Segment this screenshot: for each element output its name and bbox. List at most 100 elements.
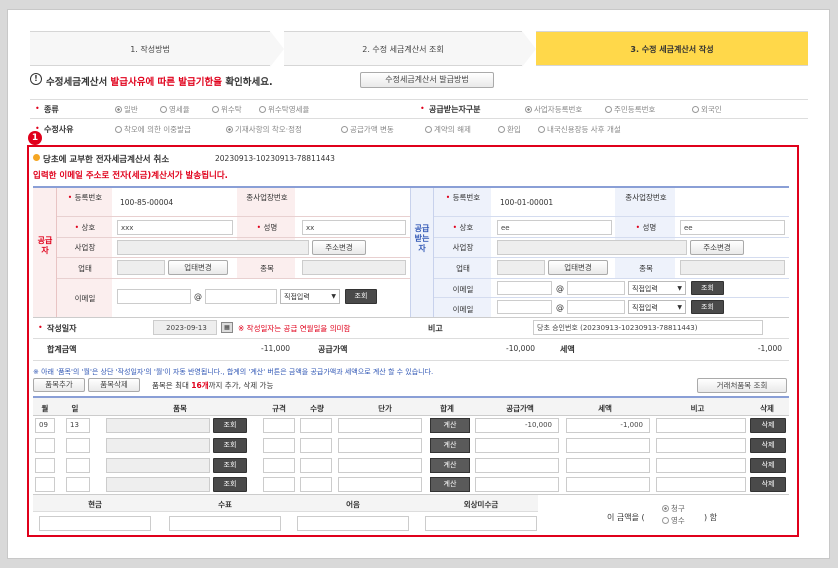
pay-check-field[interactable] [169,516,281,531]
reason-option-duplicate[interactable]: 착오에 의한 이중발급 [115,124,191,135]
receiver-biz-change-button[interactable]: 업태변경 [548,260,608,275]
receiver-lookup-button-1[interactable]: 조회 [691,281,724,295]
step-3[interactable]: 3. 수정 세금계산서 작성 [536,31,808,66]
receiver-option-bizno[interactable]: 사업자등록번호 [525,104,582,115]
row-qty[interactable] [300,458,332,473]
row-month[interactable] [35,458,55,473]
receiver-email-id-1[interactable] [497,281,552,295]
reason-option-price-change[interactable]: 공급가액 변동 [341,124,394,135]
row-tax[interactable]: -1,000 [566,418,650,433]
row-calc-button[interactable]: 계산 [430,477,470,492]
supplier-lookup-button[interactable]: 조회 [345,289,377,304]
row-month[interactable] [35,477,55,492]
row-unit-price[interactable] [338,477,422,492]
row-memo[interactable] [656,438,746,453]
row-day[interactable]: 13 [66,418,90,433]
row-spec[interactable] [263,438,295,453]
row-delete-button[interactable]: 삭제 [750,458,786,473]
type-option-zero-rate[interactable]: 영세율 [160,104,190,115]
row-lookup-button[interactable]: 조회 [213,418,247,433]
row-qty[interactable] [300,438,332,453]
receiver-email-select-1[interactable]: 직접입력 ▼ [628,281,686,295]
row-supply[interactable] [475,477,559,492]
memo-field[interactable]: 당초 승인번호 (20230913-10230913-78811443) [533,320,763,335]
type-option-general[interactable]: 일반 [115,104,138,115]
receiver-email-id-2[interactable] [497,300,552,314]
row-tax[interactable] [566,477,650,492]
receiver-addr-change-button[interactable]: 주소변경 [690,240,744,255]
step-2[interactable]: 2. 수정 세금계산서 조회 [284,31,522,66]
receiver-email-select-2[interactable]: 직접입력 ▼ [628,300,686,314]
receiver-addr-field[interactable] [497,240,687,255]
row-spec[interactable] [263,458,295,473]
supplier-email-select[interactable]: 직접입력 ▼ [280,289,340,304]
row-calc-button[interactable]: 계산 [430,438,470,453]
reason-option-lc[interactable]: 내국신용장등 사후 개설 [538,124,621,135]
pay-option-claim[interactable]: 청구 [662,503,685,514]
row-delete-button[interactable]: 삭제 [750,438,786,453]
supplier-item-field[interactable] [302,260,406,275]
issue-method-button[interactable]: 수정세금계산서 발급방법 [360,72,494,88]
row-qty[interactable] [300,477,332,492]
supplier-addr-field[interactable] [117,240,309,255]
reason-option-cancel[interactable]: 계약의 해제 [425,124,471,135]
receiver-rep-field[interactable]: ee [680,220,785,235]
reason-option-correction[interactable]: 기재사항의 착오·정정 [226,124,302,135]
supplier-biz-field[interactable] [117,260,165,275]
row-memo[interactable] [656,458,746,473]
receiver-biz-field[interactable] [497,260,545,275]
delete-item-button[interactable]: 품목삭제 [88,378,140,392]
row-item[interactable] [106,438,210,453]
row-tax[interactable] [566,438,650,453]
row-supply[interactable] [475,438,559,453]
row-month[interactable] [35,438,55,453]
type-option-consign[interactable]: 위수탁 [212,104,242,115]
row-memo[interactable] [656,418,746,433]
receiver-option-foreigner[interactable]: 외국인 [692,104,722,115]
receiver-email-domain-2[interactable] [567,300,625,314]
row-lookup-button[interactable]: 조회 [213,438,247,453]
row-spec[interactable] [263,477,295,492]
receiver-option-resident[interactable]: 주민등록번호 [605,104,655,115]
supplier-rep-field[interactable]: xx [302,220,406,235]
row-day[interactable] [66,477,90,492]
receiver-lookup-button-2[interactable]: 조회 [691,300,724,314]
supplier-email-domain[interactable] [205,289,277,304]
row-lookup-button[interactable]: 조회 [213,477,247,492]
row-delete-button[interactable]: 삭제 [750,418,786,433]
supplier-biz-change-button[interactable]: 업태변경 [168,260,228,275]
row-item[interactable] [106,418,210,433]
row-delete-button[interactable]: 삭제 [750,477,786,492]
row-calc-button[interactable]: 계산 [430,418,470,433]
receiver-item-field[interactable] [680,260,785,275]
calendar-icon[interactable]: ▦ [221,322,233,333]
row-unit-price[interactable] [338,458,422,473]
row-day[interactable] [66,458,90,473]
pay-credit-field[interactable] [425,516,537,531]
row-calc-button[interactable]: 계산 [430,458,470,473]
row-day[interactable] [66,438,90,453]
reason-option-return[interactable]: 환입 [498,124,521,135]
row-memo[interactable] [656,477,746,492]
row-unit-price[interactable] [338,418,422,433]
row-spec[interactable] [263,418,295,433]
receiver-name-field[interactable]: ee [497,220,612,235]
row-item[interactable] [106,477,210,492]
supplier-addr-change-button[interactable]: 주소변경 [312,240,366,255]
step-1[interactable]: 1. 작성방법 [30,31,270,66]
receiver-email-domain-1[interactable] [567,281,625,295]
row-month[interactable]: 09 [35,418,55,433]
row-supply[interactable]: -10,000 [475,418,559,433]
supplier-email-id[interactable] [117,289,191,304]
row-qty[interactable] [300,418,332,433]
supplier-name-field[interactable]: xxx [117,220,233,235]
type-option-consign-zero[interactable]: 위수탁영세율 [259,104,309,115]
row-item[interactable] [106,458,210,473]
pay-option-receipt[interactable]: 영수 [662,515,685,526]
pay-note-field[interactable] [297,516,409,531]
row-supply[interactable] [475,458,559,473]
row-tax[interactable] [566,458,650,473]
row-lookup-button[interactable]: 조회 [213,458,247,473]
partner-item-lookup-button[interactable]: 거래처품목 조회 [697,378,787,393]
date-field[interactable]: 2023-09-13 [153,320,217,335]
